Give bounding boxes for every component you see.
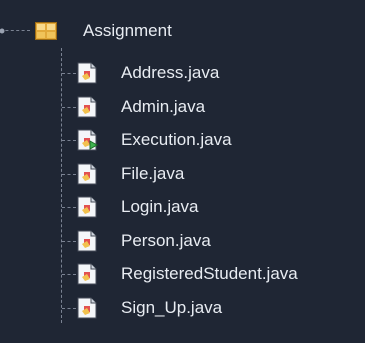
tree-node-label: Admin.java xyxy=(121,97,206,116)
java-file-icon xyxy=(77,163,97,185)
project-tree: Assignment Address.java Admin.java Executi… xyxy=(0,0,365,343)
java-file-icon xyxy=(77,96,97,118)
package-icon xyxy=(35,22,57,40)
java-file-icon xyxy=(77,263,97,285)
tree-node-file[interactable]: Sign_Up.java xyxy=(0,293,365,323)
tree-node-label: RegisteredStudent.java xyxy=(121,264,298,283)
java-file-icon xyxy=(77,230,97,252)
tree-node-label: Login.java xyxy=(121,197,199,216)
tree-branch-line xyxy=(62,241,76,242)
java-file-icon xyxy=(77,297,97,319)
tree-branch-line xyxy=(62,73,76,74)
tree-node-root[interactable]: Assignment xyxy=(0,16,365,46)
tree-node-file[interactable]: File.java xyxy=(0,159,365,189)
tree-node-label: Address.java xyxy=(121,63,220,82)
tree-node-file[interactable]: Address.java xyxy=(0,58,365,88)
java-file-icon xyxy=(77,62,97,84)
tree-node-file[interactable]: Login.java xyxy=(0,192,365,222)
tree-node-file[interactable]: Admin.java xyxy=(0,92,365,122)
expand-handle-icon[interactable] xyxy=(0,26,10,36)
tree-node-label: Execution.java xyxy=(121,130,232,149)
tree-node-file[interactable]: RegisteredStudent.java xyxy=(0,259,365,289)
tree-node-file[interactable]: Person.java xyxy=(0,226,365,256)
tree-branch-line xyxy=(62,174,76,175)
java-main-file-icon xyxy=(77,129,98,151)
tree-branch-line xyxy=(62,140,76,141)
tree-node-label: Sign_Up.java xyxy=(121,298,223,317)
tree-branch-line xyxy=(62,107,76,108)
tree-node-label: File.java xyxy=(121,164,185,183)
tree-branch-line xyxy=(62,207,76,208)
tree-branch-line xyxy=(62,274,76,275)
project-tree-panel: Assignment Address.java Admin.java Executi… xyxy=(0,0,365,343)
tree-branch-line xyxy=(62,308,76,309)
tree-node-file[interactable]: Execution.java xyxy=(0,125,365,155)
tree-node-label: Assignment xyxy=(83,21,172,40)
java-file-icon xyxy=(77,196,97,218)
tree-node-label: Person.java xyxy=(121,231,211,250)
